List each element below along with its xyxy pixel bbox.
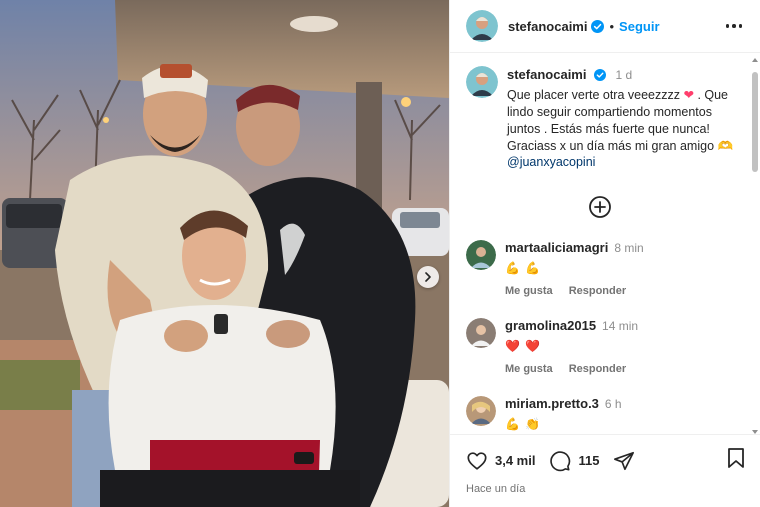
caption-text: Que placer verte otra veeezzzz ❤ . Que l… [507, 87, 736, 171]
comment-text: ❤️ ❤️ [505, 339, 542, 353]
comment-username[interactable]: miriam.pretto.3 [505, 396, 599, 411]
caption-time[interactable]: 1 d [615, 68, 632, 82]
next-photo-button[interactable] [417, 266, 439, 288]
post-header: stefanocaimi • Seguir [450, 0, 760, 53]
comment-time[interactable]: 14 min [602, 319, 638, 333]
author-username[interactable]: stefanocaimi [508, 19, 587, 34]
comment-icon [550, 450, 571, 471]
heart-emoji: ❤ [683, 87, 694, 102]
comment-text: 💪 👏 [505, 417, 542, 431]
chevron-right-icon [425, 272, 431, 282]
post-sidebar: stefanocaimi • Seguir stefanocaimi 1 d Q… [449, 0, 760, 507]
comment-time[interactable]: 8 min [614, 241, 643, 255]
load-more-comments [450, 195, 750, 224]
load-more-comments-icon[interactable] [588, 195, 612, 224]
comment-reply-button[interactable]: Responder [569, 285, 626, 297]
comment-item: martaaliciamagri 8 min 💪 💪 Me gusta Respo… [450, 240, 750, 297]
comments-count[interactable]: 115 [578, 453, 599, 468]
separator-dot: • [609, 18, 615, 34]
comment-item: miriam.pretto.3 6 h 💪 👏 [450, 396, 750, 431]
more-options-icon[interactable] [722, 20, 747, 32]
photo-illustration [0, 0, 449, 507]
comments-section[interactable]: stefanocaimi 1 d Que placer verte otra v… [450, 54, 750, 434]
scroll-up-arrow[interactable] [752, 58, 758, 62]
caption-mention-link[interactable]: @juanxyacopini [507, 155, 595, 169]
save-button[interactable] [726, 447, 746, 474]
commenter-avatar[interactable] [466, 318, 496, 348]
bookmark-icon [728, 448, 744, 468]
like-button[interactable]: 3,4 mil [466, 450, 549, 472]
commenter-avatar[interactable] [466, 396, 496, 426]
commenter-avatar[interactable] [466, 240, 496, 270]
hands-emoji: 🫶 [717, 138, 734, 153]
share-button[interactable] [613, 450, 635, 472]
comment-like-button[interactable]: Me gusta [505, 363, 553, 375]
comment-username[interactable]: gramolina2015 [505, 318, 596, 333]
caption-avatar[interactable] [466, 66, 498, 98]
posted-time[interactable]: Hace un día [450, 474, 760, 495]
comment-like-button[interactable]: Me gusta [505, 285, 553, 297]
share-icon [614, 451, 635, 470]
comment-item: gramolina2015 14 min ❤️ ❤️ Me gusta Respo… [450, 318, 750, 375]
comments-scrollbar[interactable] [752, 58, 758, 434]
likes-count[interactable]: 3,4 mil [495, 453, 535, 468]
verified-badge-icon [591, 19, 605, 33]
caption-username[interactable]: stefanocaimi [507, 67, 586, 82]
caption-text-part1: Que placer verte otra veeezzzz [507, 87, 684, 102]
post-photo[interactable] [0, 0, 449, 507]
heart-icon [467, 451, 487, 470]
comment-text: 💪 💪 [505, 261, 542, 275]
comment-button[interactable]: 115 [549, 450, 613, 472]
author-avatar[interactable] [466, 10, 498, 42]
post-caption: stefanocaimi 1 d Que placer verte otra v… [450, 54, 750, 171]
scroll-thumb[interactable] [752, 72, 758, 172]
post-actions: 3,4 mil 115 Hace un día [450, 434, 760, 507]
comment-reply-button[interactable]: Responder [569, 363, 626, 375]
verified-badge-icon [593, 69, 606, 81]
comment-time[interactable]: 6 h [605, 397, 622, 411]
follow-button[interactable]: Seguir [619, 19, 659, 34]
comment-username[interactable]: martaaliciamagri [505, 240, 608, 255]
